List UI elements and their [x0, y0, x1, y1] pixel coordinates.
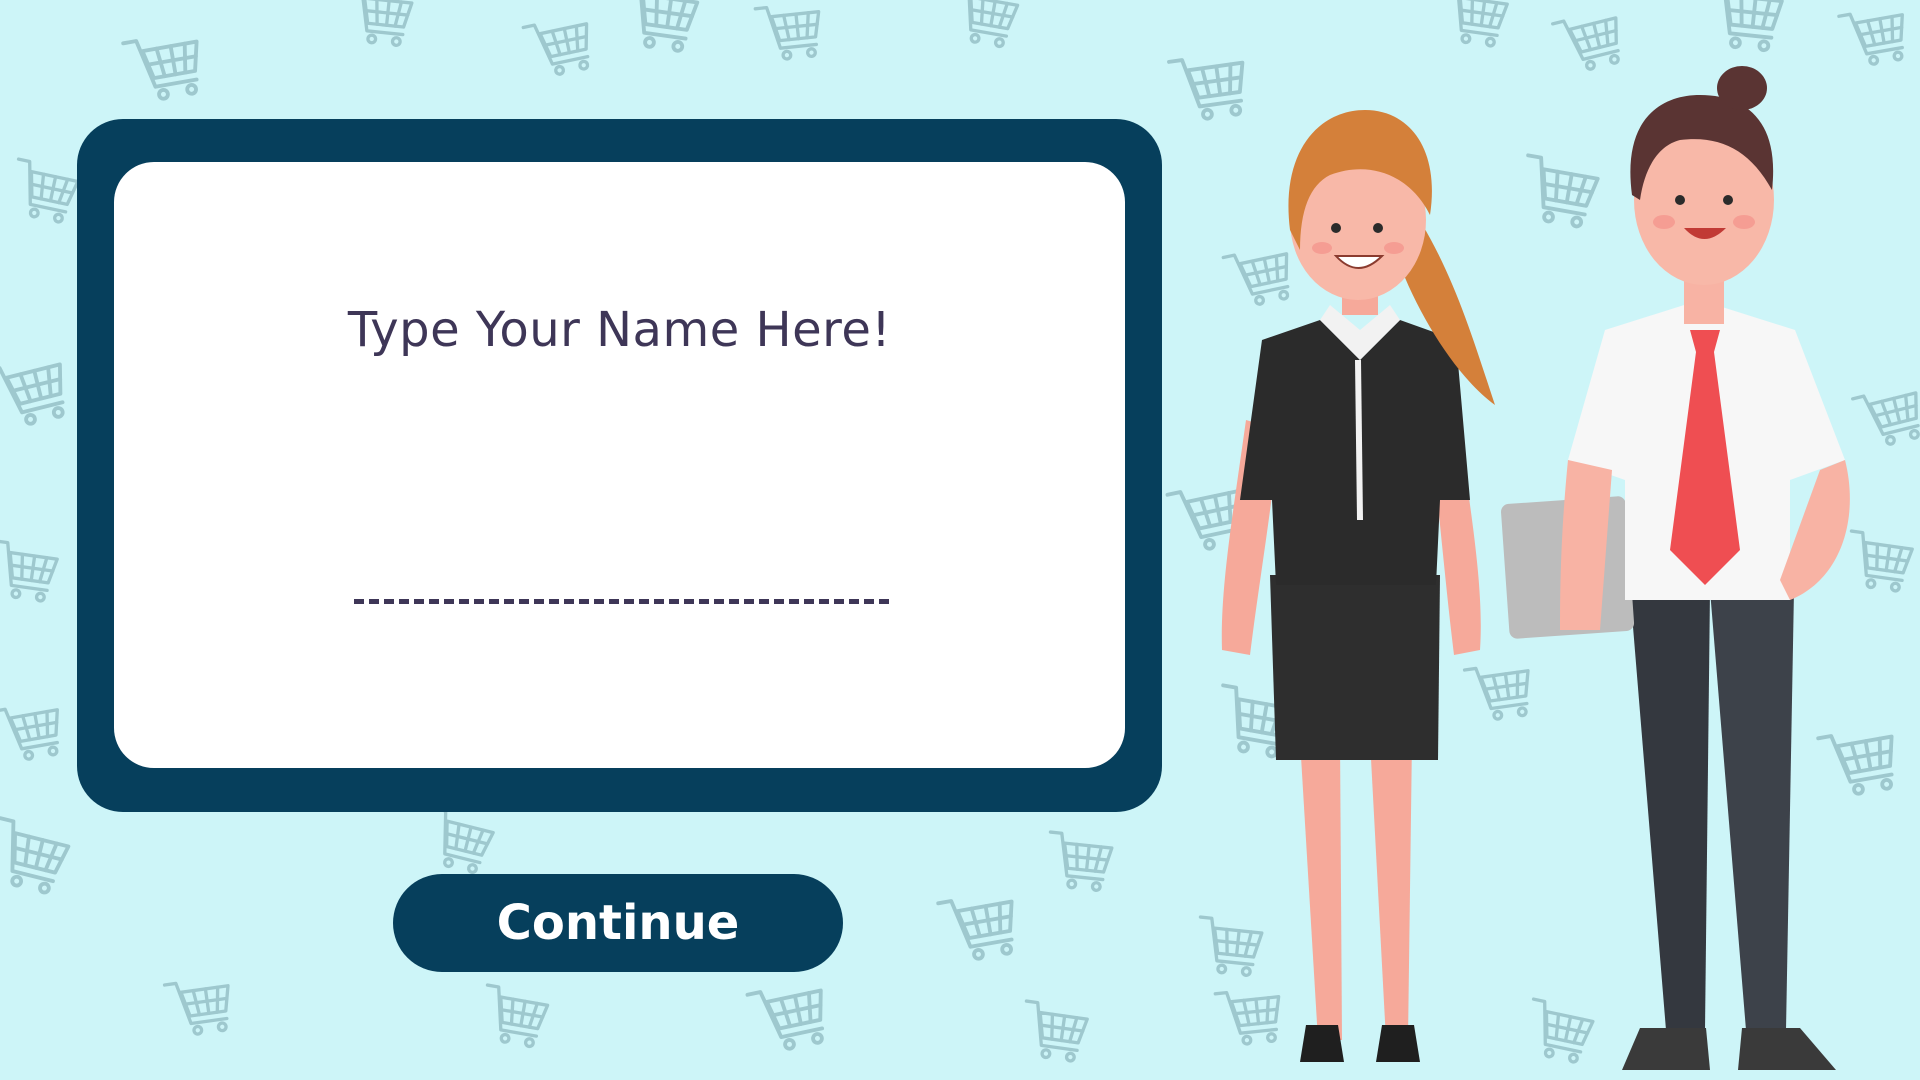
cart-pattern-icon: [420, 806, 498, 877]
cart-pattern-icon: [936, 888, 1023, 966]
businessman-illustration: [1501, 66, 1850, 1070]
cart-pattern-icon: [1043, 830, 1115, 894]
cart-pattern-icon: [162, 974, 236, 1040]
cart-pattern-icon: [121, 28, 208, 106]
cart-pattern-icon: [745, 977, 834, 1057]
cart-pattern-icon: [0, 816, 73, 898]
name-dialog-frame: Type Your Name Here!: [77, 119, 1162, 812]
cart-pattern-icon: [476, 983, 551, 1051]
cart-pattern-icon: [0, 539, 61, 605]
cart-pattern-icon: [343, 0, 415, 49]
businesswoman-illustration: [1221, 110, 1495, 1062]
characters-illustration: [1221, 66, 1850, 1070]
cart-pattern-icon: [0, 351, 75, 433]
prompt-title: Type Your Name Here!: [347, 302, 892, 358]
cart-pattern-icon: [753, 0, 825, 64]
continue-button-label: Continue: [496, 895, 740, 951]
cart-pattern-icon: [1017, 999, 1091, 1065]
cart-pattern-icon: [616, 0, 701, 55]
name-dialog-card: Type Your Name Here!: [114, 162, 1125, 768]
continue-button[interactable]: Continue: [393, 874, 843, 972]
name-input[interactable]: [354, 562, 893, 628]
cart-pattern-icon: [5, 157, 82, 226]
cart-pattern-icon: [521, 12, 598, 82]
cart-pattern-icon: [946, 0, 1021, 51]
cart-pattern-icon: [0, 698, 67, 766]
name-input-underline: [354, 599, 889, 604]
